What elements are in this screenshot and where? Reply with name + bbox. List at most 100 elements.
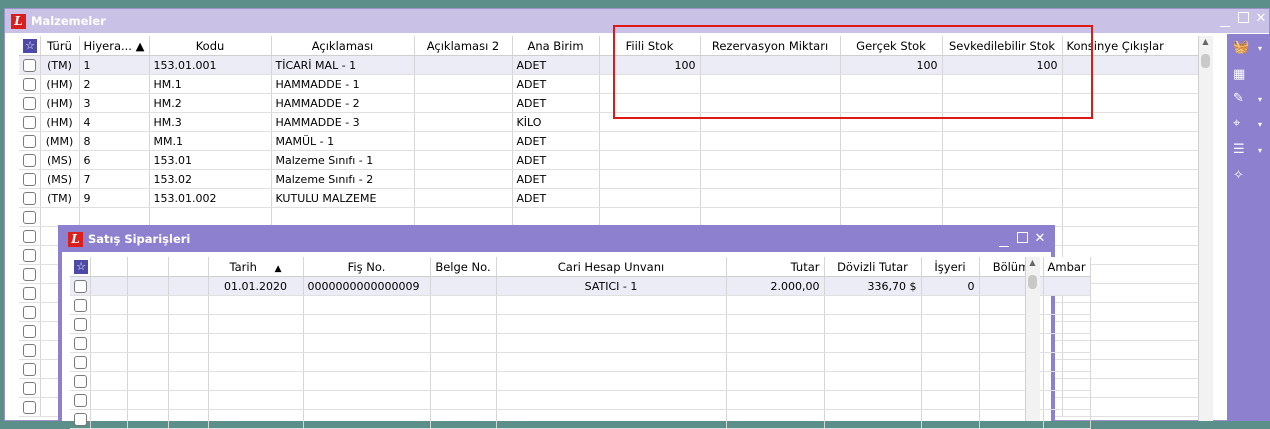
cell-aciklama[interactable]: TİCARİ MAL - 1	[271, 55, 415, 75]
cell-isyeri[interactable]: 0	[921, 276, 980, 296]
cell-tarih[interactable]	[208, 390, 304, 410]
cell-hiyerarsi[interactable]	[79, 207, 150, 227]
cell-gercek-stok[interactable]	[840, 207, 943, 227]
row-checkbox[interactable]	[23, 96, 36, 110]
cell-fis-no[interactable]: 0000000000000009	[303, 276, 431, 296]
row-select-cell[interactable]	[19, 359, 41, 379]
edit-icon[interactable]: ✎ ▾	[1233, 91, 1263, 111]
row-select-cell[interactable]	[70, 352, 91, 372]
row-select-cell[interactable]	[19, 245, 41, 265]
cell-sevkedilebilir[interactable]	[942, 207, 1063, 227]
cell-rezervasyon[interactable]	[700, 150, 841, 170]
sub-col-blank-1[interactable]	[90, 257, 128, 277]
cell-turu[interactable]: (HM)	[40, 112, 80, 132]
table-row[interactable]: (TM) 1 153.01.001 TİCARİ MAL - 1 ADET 100 100 1…	[19, 55, 1200, 75]
cell-turu[interactable]	[40, 207, 80, 227]
row-select-cell[interactable]	[70, 390, 91, 410]
col-header-aciklama[interactable]: Açıklaması	[271, 36, 415, 56]
table-row[interactable]	[70, 409, 1091, 429]
list-icon[interactable]: ☰ ▾	[1233, 142, 1263, 162]
cell-ambar[interactable]	[1043, 295, 1091, 315]
row-checkbox[interactable]	[23, 305, 36, 319]
cell-kodu[interactable]: 153.01.001	[149, 55, 272, 75]
row-checkbox[interactable]	[23, 134, 36, 148]
cell-dovizli[interactable]	[824, 352, 922, 372]
cell-blank-1[interactable]	[90, 333, 128, 353]
cell-tarih[interactable]	[208, 295, 304, 315]
cell-cari[interactable]	[496, 409, 727, 429]
table-row[interactable]	[70, 333, 1091, 353]
cell-tutar[interactable]: 2.000,00	[726, 276, 825, 296]
table-row[interactable]	[70, 295, 1091, 315]
cell-sevkedilebilir[interactable]: 100	[942, 55, 1063, 75]
cell-blank-1[interactable]	[90, 352, 128, 372]
cell-kodu[interactable]: 153.02	[149, 169, 272, 189]
cell-turu[interactable]: (MS)	[40, 150, 80, 170]
cell-blank-3[interactable]	[168, 409, 209, 429]
cell-isyeri[interactable]	[921, 390, 980, 410]
cell-ana-birim[interactable]: KİLO	[512, 112, 600, 132]
cell-fis-no[interactable]	[303, 409, 431, 429]
cell-fiili-stok[interactable]	[599, 74, 701, 94]
cell-fis-no[interactable]	[303, 390, 431, 410]
cell-ambar[interactable]	[1043, 276, 1091, 296]
cell-aciklama[interactable]	[271, 207, 415, 227]
sub-scroll-thumb[interactable]	[1028, 275, 1037, 289]
cell-isyeri[interactable]	[921, 333, 980, 353]
cell-fis-no[interactable]	[303, 371, 431, 391]
sub-col-header-belge-no[interactable]: Belge No.	[430, 257, 497, 277]
cell-fis-no[interactable]	[303, 352, 431, 372]
cell-aciklama2[interactable]	[414, 131, 513, 151]
cell-tutar[interactable]	[726, 295, 825, 315]
col-header-konsinye[interactable]: Konsinye Çıkışlar	[1062, 36, 1200, 56]
sub-col-header-tutar[interactable]: Tutar	[726, 257, 825, 277]
cell-ambar[interactable]	[1043, 371, 1091, 391]
cell-cari[interactable]	[496, 352, 727, 372]
cell-gercek-stok[interactable]	[840, 188, 943, 208]
cell-konsinye[interactable]	[1062, 112, 1200, 132]
col-header-rezervasyon[interactable]: Rezervasyon Miktarı	[700, 36, 841, 56]
sub-col-header-tarih[interactable]: Tarih ▲	[208, 257, 304, 277]
col-header-turu[interactable]: Türü	[40, 36, 80, 56]
cell-konsinye[interactable]	[1062, 74, 1200, 94]
cell-gercek-stok[interactable]	[840, 169, 943, 189]
col-header-sevkedilebilir[interactable]: Sevkedilebilir Stok	[942, 36, 1063, 56]
cell-ambar[interactable]	[1043, 352, 1091, 372]
cell-blank-2[interactable]	[127, 371, 169, 391]
sales-orders-titlebar[interactable]: L Satış Siparişleri	[62, 226, 1051, 252]
row-checkbox[interactable]	[74, 279, 87, 293]
cell-aciklama2[interactable]	[414, 55, 513, 75]
cell-tutar[interactable]	[726, 333, 825, 353]
row-select-cell[interactable]	[19, 226, 41, 246]
cell-fis-no[interactable]	[303, 314, 431, 334]
cell-sevkedilebilir[interactable]	[942, 188, 1063, 208]
cell-blank-2[interactable]	[127, 390, 169, 410]
table-row[interactable]	[70, 371, 1091, 391]
row-checkbox[interactable]	[23, 267, 36, 281]
cell-ambar[interactable]	[1043, 409, 1091, 429]
table-row[interactable]	[19, 207, 1200, 227]
cell-blank-3[interactable]	[168, 352, 209, 372]
row-select-cell[interactable]	[19, 74, 41, 94]
row-checkbox[interactable]	[74, 336, 87, 350]
cell-belge-no[interactable]	[430, 333, 497, 353]
materials-titlebar[interactable]: L Malzemeler	[5, 9, 1269, 33]
cell-kodu[interactable]	[149, 207, 272, 227]
cell-blank-1[interactable]	[90, 276, 128, 296]
row-select-cell[interactable]	[19, 169, 41, 189]
cell-belge-no[interactable]	[430, 295, 497, 315]
row-select-cell[interactable]	[19, 378, 41, 398]
minimize-button[interactable]	[1216, 9, 1234, 29]
cell-dovizli[interactable]	[824, 295, 922, 315]
cell-fis-no[interactable]	[303, 295, 431, 315]
table-row[interactable]: (MS) 7 153.02 Malzeme Sınıfı - 2 ADET	[19, 169, 1200, 189]
row-select-cell[interactable]	[19, 302, 41, 322]
cell-cari[interactable]	[496, 295, 727, 315]
cell-tarih[interactable]	[208, 314, 304, 334]
row-checkbox[interactable]	[74, 374, 87, 388]
cell-blank-2[interactable]	[127, 352, 169, 372]
cell-kodu[interactable]: HM.2	[149, 93, 272, 113]
cell-tutar[interactable]	[726, 352, 825, 372]
cell-isyeri[interactable]	[921, 371, 980, 391]
row-checkbox[interactable]	[23, 362, 36, 376]
